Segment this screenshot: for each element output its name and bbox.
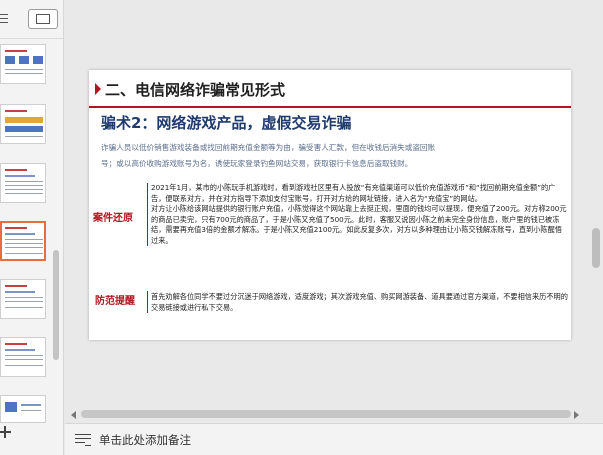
slide-thumbnail[interactable]	[0, 279, 46, 319]
slide[interactable]: 二、电信网络诈骗常见形式 骗术2：网络游戏产品，虚假交易诈骗 诈骗人员以低价销售…	[89, 70, 571, 340]
intro-text[interactable]: 诈骗人员以低价销售游戏装备或找回前期充值金额等为由，骗受害人汇款，但在收钱后消失…	[101, 140, 563, 172]
slide-thumbnail-pane	[0, 0, 64, 455]
slide-thumbnail-active[interactable]	[0, 221, 46, 261]
slide-thumbnail[interactable]	[0, 104, 46, 144]
scroll-right-icon[interactable]	[574, 411, 579, 419]
slide-header[interactable]: 二、电信网络诈骗常见形式	[105, 79, 285, 100]
intro-line: 号；或以高价收购游戏账号为名，诱使玩家登录钓鱼网站交易，获取银行卡信息后盗取钱财…	[101, 159, 413, 168]
pane-divider	[0, 38, 63, 39]
notes-bar[interactable]: 单击此处添加备注	[65, 423, 603, 455]
slide-view-icon[interactable]	[28, 9, 58, 29]
horizontal-scroll-thumb[interactable]	[81, 410, 571, 418]
case-paragraph: 2021年1月，某市的小陈玩手机游戏时，看到游戏社区里有人投放“有充值渠道可以低…	[151, 183, 556, 203]
slide-thumbnail[interactable]	[0, 395, 46, 423]
tip-text[interactable]: 首先劝解各位同学不要过分沉迷于网络游戏，适度游戏；其次游戏充值、购买网游装备、道…	[147, 291, 569, 313]
plus-icon[interactable]	[0, 425, 12, 439]
tip-label[interactable]: 防范提醒	[95, 292, 135, 307]
slide-subtitle[interactable]: 骗术2：网络游戏产品，虚假交易诈骗	[101, 112, 351, 133]
header-arrow-icon	[95, 83, 101, 95]
scroll-left-icon[interactable]	[71, 411, 76, 419]
slide-thumbnail[interactable]	[0, 163, 46, 203]
vertical-scrollbar[interactable]	[589, 0, 603, 423]
slide-editor-canvas: 二、电信网络诈骗常见形式 骗术2：网络游戏产品，虚假交易诈骗 诈骗人员以低价销售…	[65, 0, 603, 423]
horizontal-scrollbar[interactable]	[65, 406, 589, 423]
case-label[interactable]: 案件还原	[93, 209, 133, 224]
case-paragraph: 对方让小陈给该网站提供的银行账户充值，小陈觉得这个网站靠上去挺正规，里面的钱均可…	[151, 204, 567, 245]
vertical-scroll-thumb[interactable]	[592, 228, 600, 268]
intro-line: 诈骗人员以低价销售游戏装备或找回前期充值金额等为由，骗受害人汇款，但在收钱后消失…	[101, 143, 436, 152]
list-icon[interactable]	[0, 14, 8, 25]
notes-placeholder[interactable]: 单击此处添加备注	[99, 432, 191, 448]
slide-thumbnail[interactable]	[0, 337, 46, 377]
thumbnail-scrollbar[interactable]	[53, 250, 59, 360]
notes-icon	[75, 434, 91, 446]
case-text[interactable]: 2021年1月，某市的小陈玩手机游戏时，看到游戏社区里有人投放“有充值渠道可以低…	[147, 183, 569, 246]
slide-thumbnail[interactable]	[0, 44, 46, 84]
header-rule	[89, 106, 571, 108]
